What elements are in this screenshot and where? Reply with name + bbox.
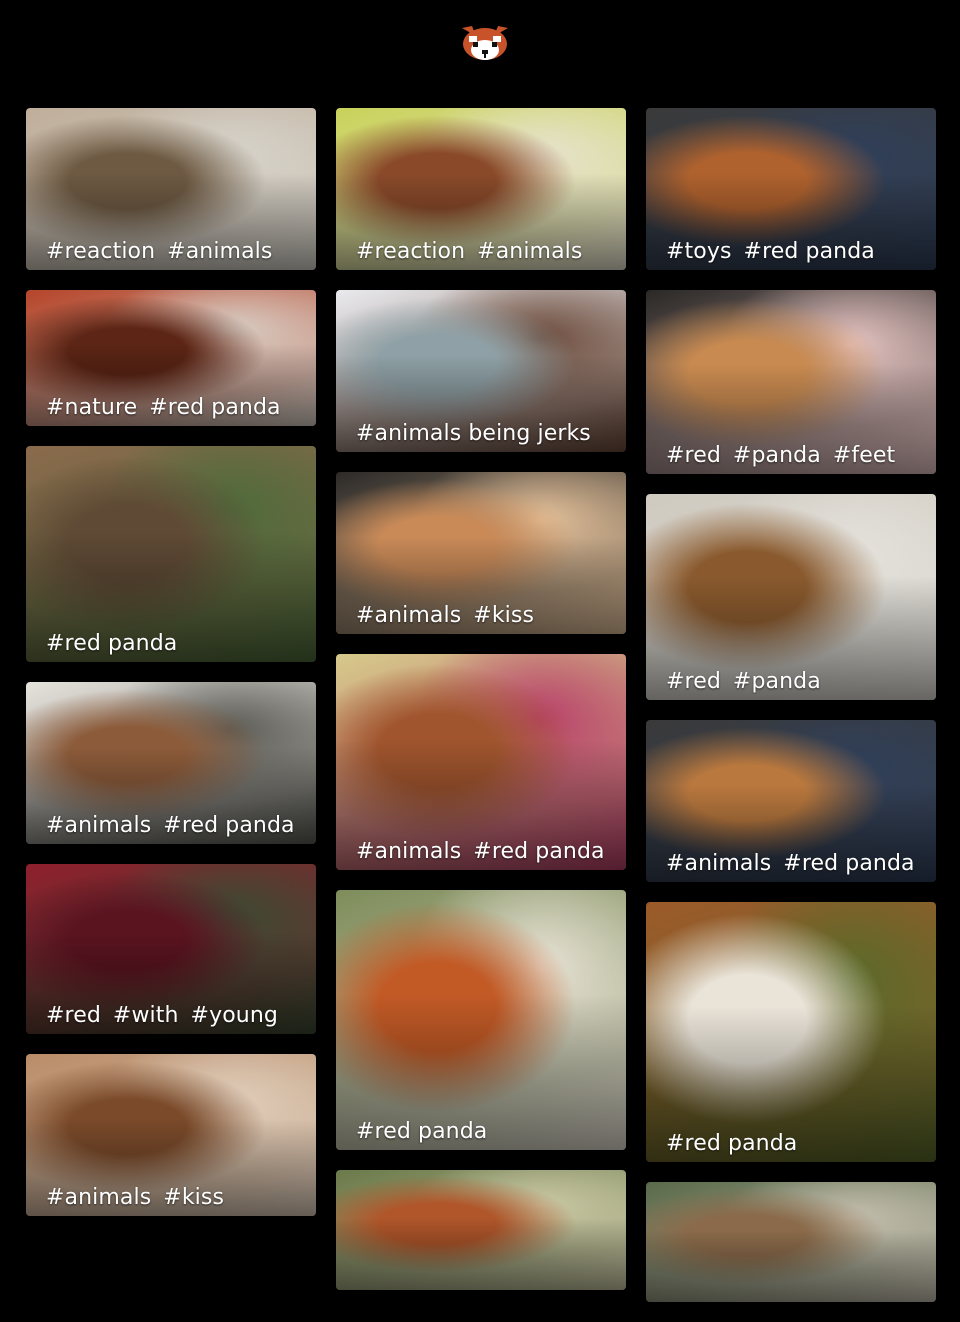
gif-tile[interactable]: reaction animals <box>336 108 626 270</box>
gif-tile[interactable]: animals kiss <box>336 472 626 634</box>
hashtag-link[interactable]: animals <box>356 603 462 628</box>
tag-list: red panda <box>666 669 926 694</box>
hashtag-link[interactable]: panda <box>733 443 821 468</box>
gif-tile[interactable]: red panda <box>26 446 316 662</box>
gif-tile[interactable]: animals red panda <box>646 720 936 882</box>
hashtag-link[interactable]: red panda <box>149 395 281 420</box>
hashtag-link[interactable]: feet <box>833 443 895 468</box>
hashtag-link[interactable]: animals <box>46 813 152 838</box>
hashtag-link[interactable]: kiss <box>473 603 534 628</box>
hashtag-link[interactable]: reaction <box>46 239 156 264</box>
gif-tile[interactable]: animalskiss <box>26 1054 316 1216</box>
gif-tile[interactable]: toys red panda <box>646 108 936 270</box>
gif-tile[interactable]: reaction animals <box>26 108 316 270</box>
tag-list: redwith young <box>46 1003 306 1028</box>
gif-tile[interactable]: red panda <box>336 890 626 1150</box>
hashtag-link[interactable]: reaction <box>356 239 466 264</box>
tag-list: animals red panda <box>356 839 616 864</box>
tile-gradient-overlay <box>646 1230 936 1302</box>
hashtag-link[interactable]: toys <box>666 239 732 264</box>
tag-list: animals being jerks <box>356 421 616 446</box>
hashtag-link[interactable]: red panda <box>163 813 295 838</box>
hashtag-link[interactable]: nature <box>46 395 138 420</box>
column-2: reaction animals animals being jerks animal… <box>336 108 626 1310</box>
gif-tile[interactable]: animals red panda <box>26 682 316 844</box>
gif-tile[interactable]: redwith young <box>26 864 316 1034</box>
gif-tile[interactable]: nature red panda <box>26 290 316 426</box>
hashtag-link[interactable]: animals <box>167 239 273 264</box>
tag-list: red panda <box>46 631 306 656</box>
hashtag-link[interactable]: red panda <box>744 239 875 264</box>
hashtag-link[interactable]: red <box>666 669 721 694</box>
hashtag-link[interactable]: red panda <box>356 1119 488 1144</box>
tag-list: reaction animals <box>356 239 616 264</box>
hashtag-link[interactable]: with <box>113 1003 179 1028</box>
tag-list: reaction animals <box>46 239 306 264</box>
hashtag-link[interactable]: animals <box>666 851 772 876</box>
tag-list: red panda feet <box>666 443 926 468</box>
gif-tile[interactable]: red panda <box>646 494 936 700</box>
red-panda-logo-icon[interactable] <box>460 24 510 62</box>
gif-tile[interactable] <box>646 1182 936 1302</box>
hashtag-link[interactable]: red panda <box>666 1131 798 1156</box>
hashtag-link[interactable]: animals being jerks <box>356 421 591 446</box>
tile-gradient-overlay <box>336 1218 626 1290</box>
gif-tile[interactable]: animals being jerks <box>336 290 626 452</box>
hashtag-link[interactable]: animals <box>356 839 462 864</box>
hashtag-link[interactable]: animals <box>477 239 583 264</box>
column-1: reactionanimalsnaturered pandared pandaa… <box>26 108 316 1236</box>
hashtag-link[interactable]: panda <box>733 669 821 694</box>
tag-list: nature red panda <box>46 395 306 420</box>
hashtag-link[interactable]: red <box>46 1003 101 1028</box>
tag-list: animals kiss <box>356 603 616 628</box>
gif-tile[interactable]: red panda feet <box>646 290 936 474</box>
tag-list: animals red panda <box>666 851 926 876</box>
gif-tile[interactable] <box>336 1170 626 1290</box>
tag-list: red panda <box>666 1131 926 1156</box>
hashtag-link[interactable]: red panda <box>783 851 915 876</box>
hashtag-link[interactable]: red panda <box>46 631 178 656</box>
tag-list: animals red panda <box>46 813 306 838</box>
tag-list: toys red panda <box>666 239 926 264</box>
tag-list: red panda <box>356 1119 616 1144</box>
gif-tile[interactable]: animals red panda <box>336 654 626 870</box>
hashtag-link[interactable]: red panda <box>473 839 605 864</box>
hashtag-link[interactable]: young <box>191 1003 278 1028</box>
hashtag-link[interactable]: red <box>666 443 721 468</box>
column-3: toysred pandaredpandafeetredpandaanimals… <box>646 108 936 1322</box>
gif-tile[interactable]: red panda <box>646 902 936 1162</box>
